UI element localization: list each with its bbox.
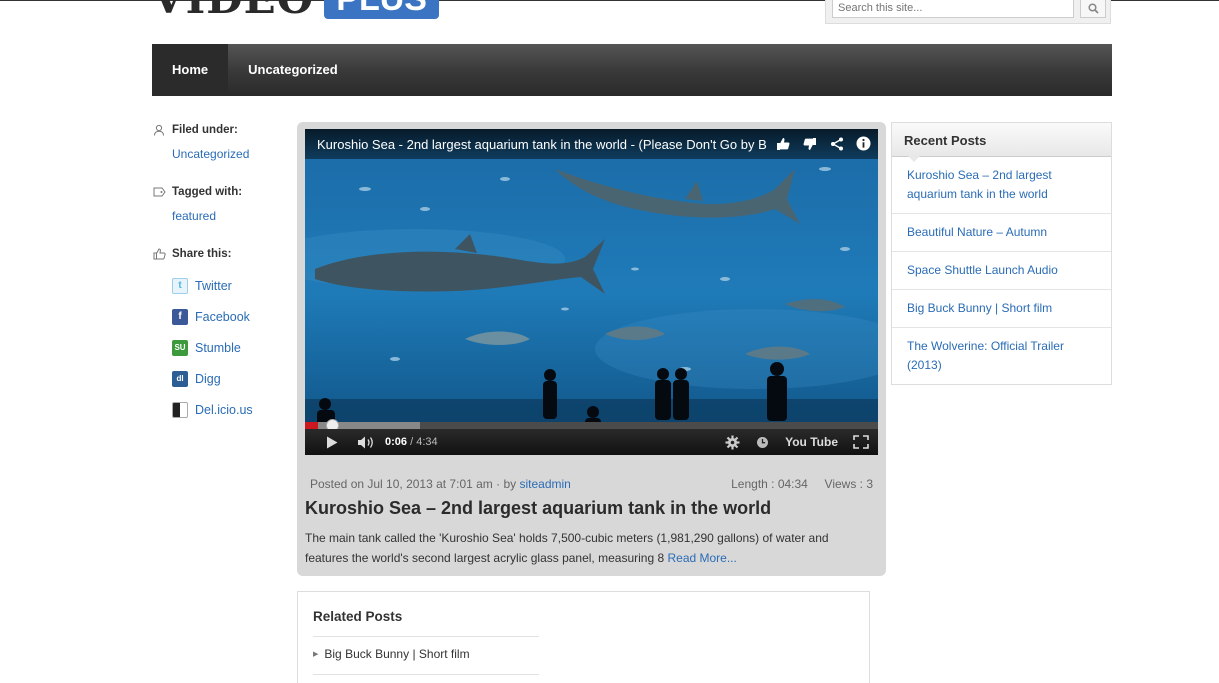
share-stumble[interactable]: SU Stumble: [172, 332, 292, 363]
related-posts: Related Posts ▶ Big Buck Bunny | Short f…: [297, 591, 870, 683]
fullscreen-icon[interactable]: [848, 432, 874, 452]
tagged-with-heading: Tagged with:: [152, 183, 292, 201]
youtube-logo[interactable]: You Tube: [779, 435, 844, 449]
divider: [313, 674, 539, 675]
share-facebook[interactable]: f Facebook: [172, 301, 292, 332]
video-controls: 0:06 / 4:34 You Tube: [305, 429, 878, 455]
thumbs-up-icon: [152, 247, 166, 261]
video-frame-image: [305, 129, 878, 455]
post-meta-sidebar: Filed under: Uncategorized Tagged with: …: [152, 121, 292, 425]
post-meta-line: Posted on Jul 10, 2013 at 7:01 am · by s…: [310, 477, 873, 491]
video-title[interactable]: Kuroshio Sea - 2nd largest aquarium tank…: [317, 137, 767, 152]
share-stumble-link[interactable]: Stumble: [195, 341, 241, 355]
nav-item-home[interactable]: Home: [152, 44, 229, 96]
related-posts-heading: Related Posts: [313, 609, 403, 624]
recent-post-item[interactable]: Beautiful Nature – Autumn: [892, 214, 1111, 252]
post-title[interactable]: Kuroshio Sea – 2nd largest aquarium tank…: [305, 498, 771, 519]
post-excerpt-text: The main tank called the 'Kuroshio Sea' …: [305, 531, 829, 565]
share-digg-link[interactable]: Digg: [195, 372, 221, 386]
share-delicious[interactable]: Del.icio.us: [172, 394, 292, 425]
tag-icon: [152, 185, 166, 199]
user-icon: [152, 123, 166, 137]
recent-post-item[interactable]: Big Buck Bunny | Short film: [892, 290, 1111, 328]
video-progress-bar[interactable]: [305, 419, 878, 432]
video-played-bar: [305, 422, 318, 429]
search-icon: [1087, 2, 1099, 14]
stumbleupon-icon: SU: [172, 339, 188, 356]
view-count: Views : 3: [824, 477, 873, 491]
nav-item-uncategorized[interactable]: Uncategorized: [228, 44, 358, 96]
share-heading: Share this:: [152, 245, 292, 263]
twitter-icon: t: [172, 277, 188, 294]
delicious-icon: [172, 401, 188, 418]
posted-info: Posted on Jul 10, 2013 at 7:01 am · by s…: [310, 477, 571, 491]
digg-icon: dl: [172, 370, 188, 387]
share-twitter[interactable]: t Twitter: [172, 270, 292, 301]
tagged-with-label: Tagged with:: [172, 186, 243, 198]
share-twitter-link[interactable]: Twitter: [195, 279, 232, 293]
recent-post-item[interactable]: The Wolverine: Official Trailer (2013): [892, 328, 1111, 384]
volume-icon[interactable]: [353, 432, 379, 452]
like-icon[interactable]: [774, 135, 791, 152]
category-link[interactable]: Uncategorized: [172, 147, 292, 161]
featured-post-card: Kuroshio Sea - 2nd largest aquarium tank…: [297, 122, 886, 576]
logo-text-plus: PLUS: [324, 0, 439, 19]
related-post-item[interactable]: ▶ Big Buck Bunny | Short film: [313, 647, 470, 661]
video-buffer-bar: [305, 422, 420, 429]
video-length: Length : 04:34: [731, 477, 808, 491]
video-action-buttons: [774, 135, 872, 152]
video-duration: / 4:34: [410, 436, 438, 448]
video-player[interactable]: Kuroshio Sea - 2nd largest aquarium tank…: [305, 129, 878, 455]
search-button[interactable]: [1080, 0, 1106, 18]
post-excerpt: The main tank called the 'Kuroshio Sea' …: [305, 528, 875, 568]
tag-link[interactable]: featured: [172, 209, 292, 223]
divider: [313, 636, 539, 637]
share-facebook-link[interactable]: Facebook: [195, 310, 250, 324]
recent-post-item[interactable]: Space Shuttle Launch Audio: [892, 252, 1111, 290]
facebook-icon: f: [172, 308, 188, 325]
settings-gear-icon[interactable]: [719, 432, 745, 452]
recent-posts-heading: Recent Posts: [892, 123, 1111, 162]
dislike-icon[interactable]: [801, 135, 818, 152]
share-digg[interactable]: dl Digg: [172, 363, 292, 394]
share-delicious-link[interactable]: Del.icio.us: [195, 403, 253, 417]
arrow-right-icon: ▶: [313, 651, 319, 658]
video-time: 0:06 / 4:34: [385, 436, 438, 448]
main-nav: Home Uncategorized: [152, 44, 1112, 96]
site-logo[interactable]: VIDEO PLUS: [152, 0, 439, 20]
video-current-time: 0:06: [385, 436, 408, 448]
read-more-link[interactable]: Read More...: [667, 551, 736, 565]
recent-posts-widget: Recent Posts Kuroshio Sea – 2nd largest …: [891, 122, 1112, 385]
filed-under-label: Filed under:: [172, 124, 238, 136]
watch-later-clock-icon[interactable]: [749, 432, 775, 452]
info-icon[interactable]: [855, 135, 872, 152]
recent-post-item[interactable]: Kuroshio Sea – 2nd largest aquarium tank…: [892, 157, 1111, 214]
posted-date: Posted on Jul 10, 2013 at 7:01 am · by: [310, 477, 517, 491]
search-input[interactable]: [832, 0, 1074, 18]
share-icon[interactable]: [828, 135, 845, 152]
related-post-title[interactable]: Big Buck Bunny | Short film: [324, 647, 469, 661]
filed-under-heading: Filed under:: [152, 121, 292, 139]
search-box: [825, 0, 1111, 24]
play-icon[interactable]: [319, 432, 345, 452]
post-stats: Length : 04:34 Views : 3: [731, 477, 873, 491]
logo-text-video: VIDEO: [152, 0, 314, 20]
author-link[interactable]: siteadmin: [519, 477, 570, 491]
share-label: Share this:: [172, 248, 232, 260]
